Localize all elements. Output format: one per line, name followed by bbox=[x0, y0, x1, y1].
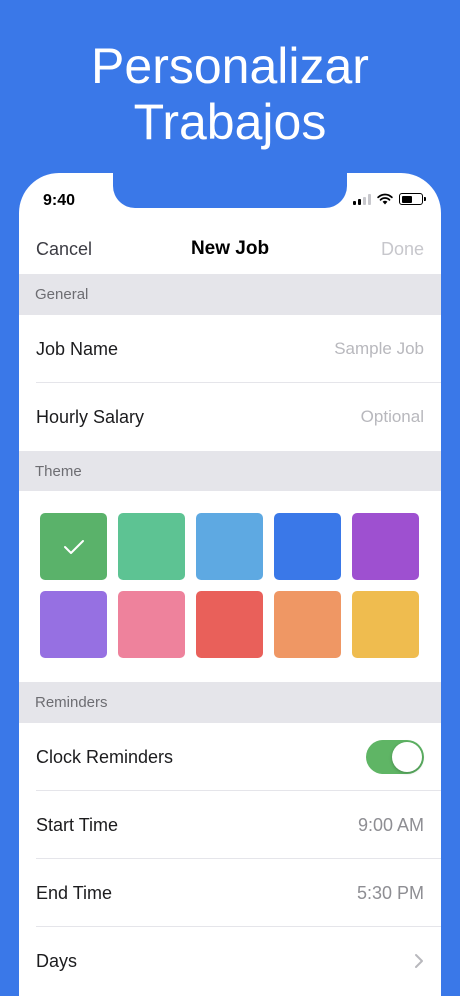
theme-color-grid bbox=[19, 491, 441, 682]
toggle-knob bbox=[392, 742, 422, 772]
clock-reminders-toggle[interactable] bbox=[366, 740, 424, 774]
start-time-value[interactable]: 9:00 AM bbox=[358, 815, 424, 836]
theme-swatch[interactable] bbox=[274, 513, 341, 580]
clock-reminders-row: Clock Reminders bbox=[19, 723, 441, 791]
wifi-icon bbox=[377, 193, 393, 205]
status-icons bbox=[353, 193, 426, 205]
days-label: Days bbox=[36, 950, 78, 971]
theme-swatch[interactable] bbox=[352, 591, 419, 658]
battery-icon bbox=[399, 193, 426, 205]
section-header-general: General bbox=[19, 274, 441, 315]
done-button[interactable]: Done bbox=[381, 239, 424, 260]
hourly-salary-input[interactable]: Optional bbox=[361, 407, 424, 427]
theme-swatch[interactable] bbox=[40, 591, 107, 658]
end-time-label: End Time bbox=[36, 882, 113, 903]
promo-headline: Personalizar Trabajos bbox=[0, 38, 460, 150]
signal-icon bbox=[353, 193, 371, 205]
start-time-label: Start Time bbox=[36, 814, 119, 835]
theme-swatch[interactable] bbox=[196, 591, 263, 658]
theme-swatch[interactable] bbox=[352, 513, 419, 580]
job-name-row[interactable]: Job Name Sample Job bbox=[19, 315, 441, 383]
promo-headline-line2: Trabajos bbox=[133, 94, 327, 150]
theme-swatch[interactable] bbox=[274, 591, 341, 658]
hourly-salary-row[interactable]: Hourly Salary Optional bbox=[19, 383, 441, 451]
job-name-label: Job Name bbox=[36, 338, 119, 359]
start-time-row[interactable]: Start Time 9:00 AM bbox=[19, 791, 441, 859]
status-time: 9:40 bbox=[43, 192, 76, 209]
end-time-value[interactable]: 5:30 PM bbox=[357, 883, 424, 904]
cancel-button[interactable]: Cancel bbox=[36, 239, 92, 260]
theme-swatch[interactable] bbox=[196, 513, 263, 580]
theme-swatch[interactable] bbox=[118, 591, 185, 658]
hourly-salary-label: Hourly Salary bbox=[36, 406, 145, 427]
clock-reminders-label: Clock Reminders bbox=[36, 746, 174, 767]
phone-notch bbox=[113, 173, 347, 208]
navigation-bar: Cancel New Job Done bbox=[19, 225, 441, 273]
promo-headline-line1: Personalizar bbox=[91, 38, 369, 94]
checkmark-icon bbox=[63, 539, 84, 554]
section-header-reminders: Reminders bbox=[19, 682, 441, 723]
theme-swatch[interactable] bbox=[118, 513, 185, 580]
days-row[interactable]: Days bbox=[19, 927, 441, 995]
theme-swatch[interactable] bbox=[40, 513, 107, 580]
section-header-theme: Theme bbox=[19, 451, 441, 492]
chevron-right-icon bbox=[414, 953, 424, 969]
job-name-input[interactable]: Sample Job bbox=[334, 339, 424, 359]
phone-screen: 9:40 Cancel New Job Done General Job Nam… bbox=[19, 173, 441, 996]
end-time-row[interactable]: End Time 5:30 PM bbox=[19, 859, 441, 927]
